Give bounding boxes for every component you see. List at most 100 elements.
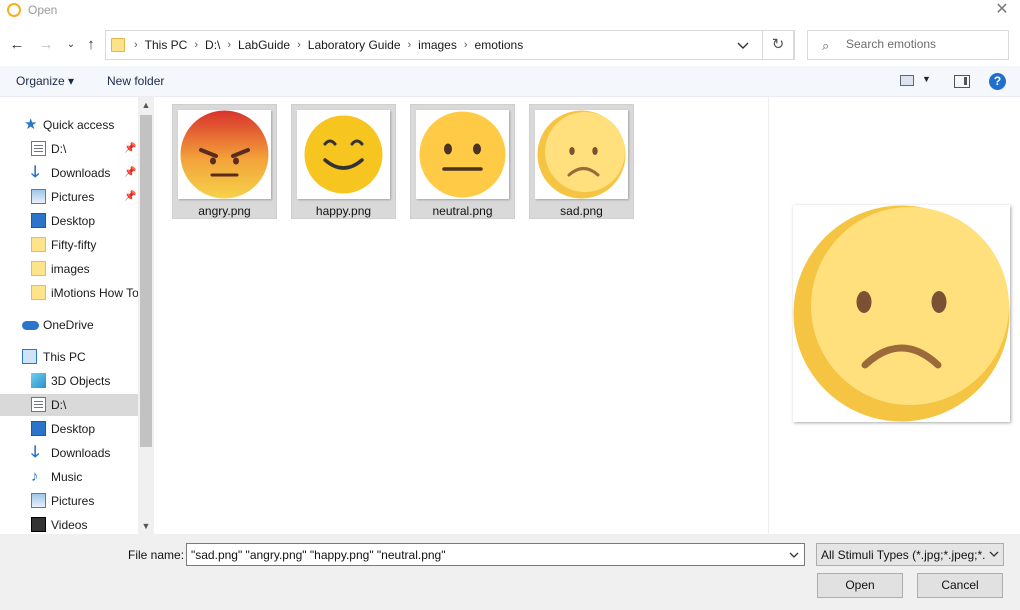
- file-name-input[interactable]: "sad.png" "angry.png" "happy.png" "neutr…: [186, 543, 805, 566]
- search-box[interactable]: ⌕: [807, 30, 1009, 60]
- file-name-label: File name:: [128, 548, 185, 562]
- sidebar-item-pictures-pc[interactable]: Pictures: [0, 490, 138, 512]
- pictures-icon: [31, 189, 46, 204]
- thumbnail: [297, 110, 390, 199]
- pin-icon[interactable]: 📌: [124, 191, 136, 202]
- pin-icon[interactable]: 📌: [124, 143, 136, 154]
- arrow-left-icon[interactable]: ←: [7, 35, 27, 55]
- file-tile-neutral[interactable]: neutral.png: [410, 104, 515, 219]
- sad-face-icon: [793, 205, 1010, 422]
- sidebar-scrollbar[interactable]: ▲ ▼: [138, 97, 154, 534]
- preview-pane: [768, 97, 1020, 534]
- sidebar-item-downloads-pc[interactable]: 🡓 Downloads: [0, 442, 138, 464]
- breadcrumb-item[interactable]: Laboratory Guide: [308, 38, 401, 52]
- sidebar-item-images[interactable]: images: [0, 258, 138, 280]
- 3d-objects-icon: [31, 373, 46, 388]
- breadcrumb-item[interactable]: emotions: [475, 38, 524, 52]
- help-icon[interactable]: ?: [989, 73, 1006, 90]
- preview-pane-icon[interactable]: [954, 75, 970, 88]
- close-icon[interactable]: ✕: [990, 0, 1014, 20]
- view-dropdown-icon[interactable]: ▼: [922, 74, 931, 84]
- search-input[interactable]: [846, 37, 1002, 51]
- breadcrumb: › This PC › D:\ › LabGuide › Laboratory …: [134, 38, 524, 52]
- chevron-down-icon[interactable]: ⌄: [61, 35, 81, 55]
- folder-icon: [31, 285, 46, 300]
- breadcrumb-item[interactable]: This PC: [145, 38, 188, 52]
- file-name: neutral.png: [432, 204, 493, 218]
- sidebar-item-imotions-how-to[interactable]: iMotions How To: [0, 282, 138, 304]
- chevron-down-icon[interactable]: [988, 548, 1000, 560]
- drive-icon: [31, 397, 46, 412]
- sidebar-item-videos[interactable]: Videos: [0, 514, 138, 534]
- computer-icon: [22, 349, 37, 364]
- desktop-icon: [31, 421, 46, 436]
- download-icon: 🡓: [31, 444, 40, 461]
- arrow-right-icon[interactable]: →: [36, 35, 56, 55]
- view-options-icon[interactable]: [900, 75, 914, 86]
- navigation-pane: ★ Quick access D:\ 📌 🡓 Downloads 📌 Pictu…: [0, 97, 155, 534]
- sidebar-item-fifty-fifty[interactable]: Fifty-fifty: [0, 234, 138, 256]
- sidebar-item-3d-objects[interactable]: 3D Objects: [0, 370, 138, 392]
- scroll-down-icon[interactable]: ▼: [138, 518, 154, 534]
- file-name-value: "sad.png" "angry.png" "happy.png" "neutr…: [191, 548, 446, 562]
- folder-icon: [31, 237, 46, 252]
- new-folder-button[interactable]: New folder: [107, 74, 164, 88]
- window-title: Open: [28, 3, 58, 17]
- angry-face-icon: [180, 110, 269, 199]
- bottom-bar: File name: "sad.png" "angry.png" "happy.…: [0, 534, 1020, 610]
- arrow-up-icon[interactable]: ↑: [81, 35, 101, 55]
- app-icon: [7, 3, 21, 17]
- file-name: sad.png: [560, 204, 603, 218]
- file-name: angry.png: [198, 204, 251, 218]
- command-bar: Organize ▾ New folder ▼ ?: [0, 66, 1020, 97]
- thumbnail: [416, 110, 509, 199]
- file-list: angry.png happy.png neutral.png sad.png: [156, 97, 768, 534]
- star-icon: ★: [24, 116, 38, 133]
- scrollbar-thumb[interactable]: [140, 115, 152, 447]
- neutral-face-icon: [419, 111, 506, 198]
- organize-menu[interactable]: Organize ▾: [16, 74, 74, 88]
- preview-image: [793, 205, 1010, 422]
- cloud-icon: [22, 321, 39, 330]
- sidebar-item-d-drive-pc[interactable]: D:\: [0, 394, 138, 416]
- file-tile-sad[interactable]: sad.png: [529, 104, 634, 219]
- sidebar-item-downloads[interactable]: 🡓 Downloads 📌: [0, 162, 138, 184]
- file-tile-angry[interactable]: angry.png: [172, 104, 277, 219]
- sad-face-icon: [537, 110, 626, 199]
- file-tile-happy[interactable]: happy.png: [291, 104, 396, 219]
- address-dropdown-icon[interactable]: [734, 36, 752, 54]
- cancel-button[interactable]: Cancel: [917, 573, 1003, 598]
- title-bar: Open ✕: [0, 0, 1020, 22]
- desktop-icon: [31, 213, 46, 228]
- file-type-value: All Stimuli Types (*.jpg;*.jpeg;*.png): [821, 548, 1004, 562]
- download-icon: 🡓: [31, 164, 40, 181]
- address-bar[interactable]: › This PC › D:\ › LabGuide › Laboratory …: [105, 30, 795, 60]
- file-name: happy.png: [315, 204, 372, 218]
- folder-icon: [111, 38, 125, 52]
- breadcrumb-item[interactable]: images: [418, 38, 457, 52]
- scroll-up-icon[interactable]: ▲: [138, 97, 154, 113]
- pin-icon[interactable]: 📌: [124, 167, 136, 178]
- videos-icon: [31, 517, 46, 532]
- sidebar-item-desktop-pc[interactable]: Desktop: [0, 418, 138, 440]
- folder-icon: [31, 261, 46, 276]
- sidebar-item-this-pc[interactable]: This PC: [0, 346, 138, 368]
- sidebar-item-music[interactable]: ♪ Music: [0, 466, 138, 488]
- breadcrumb-item[interactable]: LabGuide: [238, 38, 290, 52]
- thumbnail: [178, 110, 271, 199]
- sidebar-item-pictures[interactable]: Pictures 📌: [0, 186, 138, 208]
- file-type-select[interactable]: All Stimuli Types (*.jpg;*.jpeg;*.png): [816, 543, 1004, 566]
- sidebar-item-onedrive[interactable]: OneDrive: [0, 314, 138, 336]
- pictures-icon: [31, 493, 46, 508]
- drive-icon: [31, 141, 46, 156]
- open-button[interactable]: Open: [817, 573, 903, 598]
- music-icon: ♪: [31, 468, 39, 485]
- refresh-icon[interactable]: ↻: [762, 30, 794, 60]
- chevron-down-icon[interactable]: [787, 548, 801, 562]
- sidebar-item-d-drive[interactable]: D:\ 📌: [0, 138, 138, 160]
- search-icon: ⌕: [822, 38, 830, 53]
- sidebar-item-quick-access[interactable]: ★ Quick access: [0, 114, 138, 136]
- breadcrumb-item[interactable]: D:\: [205, 38, 220, 52]
- happy-face-icon: [304, 115, 383, 194]
- sidebar-item-desktop[interactable]: Desktop: [0, 210, 138, 232]
